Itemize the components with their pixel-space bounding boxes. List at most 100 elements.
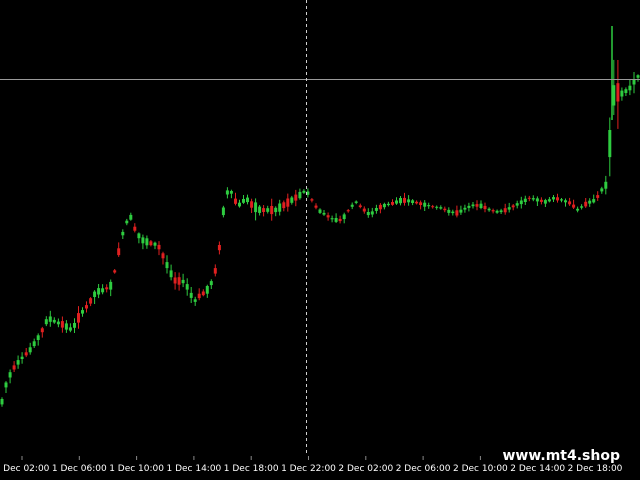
candle-body [121,231,125,236]
candle-body [620,90,624,97]
candle-body [201,291,205,296]
candle-body [576,208,580,211]
candle-body [354,201,358,203]
candle-body [173,277,177,284]
candle-body [205,286,209,294]
candle-body [556,197,559,201]
candle-body [246,197,249,203]
time-axis-label: 2 Dec 06:00 [396,464,451,474]
candle-body [463,207,467,210]
candle-body [572,204,576,208]
candle-body [407,199,411,203]
candle-body [499,210,503,213]
candle-body [592,199,596,203]
candle-body [471,204,475,207]
candle-body [543,200,547,204]
time-axis-label: 1 Dec 14:00 [166,464,221,474]
watermark: www.mt4.shop [502,448,620,464]
candle-body [169,270,173,278]
candle-body [539,199,543,202]
candle-body [491,210,495,212]
candle-body [93,291,97,297]
candle-body [97,288,101,295]
candle-body [165,262,169,269]
candle-body [419,202,423,205]
candle-body [225,190,229,195]
candle-body [415,201,419,204]
candle-body [475,204,479,207]
candle-body [48,316,52,322]
candle-body [314,205,318,208]
candle-body [439,207,443,209]
candle-body [378,204,382,210]
candle-body [262,208,266,212]
candle-body [391,202,394,205]
candle-body [374,208,378,211]
candle-body [346,210,350,212]
candle-body [68,327,72,331]
candle-body [608,130,612,158]
candle-body [395,200,398,204]
candle-body [411,200,415,203]
candle-body [234,198,237,204]
candle-body [535,198,539,202]
candle-body [24,352,28,356]
candle-body [467,205,471,208]
candle-body [4,382,8,388]
time-axis-label: 2 Dec 10:00 [453,464,508,474]
candle-body [270,206,274,215]
candle-body [185,284,189,290]
candle-body [318,209,322,213]
candle-body [60,321,64,328]
time-axis-label: 2 Dec 14:00 [510,464,565,474]
candle-body [290,197,294,203]
candle-body [527,197,531,199]
candle-body [28,347,32,353]
candle-body [560,199,563,201]
candle-body [600,188,604,192]
candle-body [330,218,334,220]
candle-body [133,226,137,231]
candle-body [81,310,84,314]
candle-body [342,214,346,220]
candle-body [455,210,459,216]
candle-body [382,203,386,208]
candle-body [564,200,567,203]
candle-body [12,365,16,370]
candle-body [197,293,201,299]
candle-body [153,242,157,246]
candle-body [616,83,620,102]
candle-body [181,279,185,284]
candle-body [141,237,145,244]
candle-body [242,199,245,203]
candle-body [238,202,241,207]
candle-body [20,356,24,359]
candle-body [350,204,354,207]
candle-body [221,207,225,216]
candle-body [101,288,105,293]
candle-body [519,200,523,205]
candle-body [161,253,165,259]
candle-body [338,218,342,222]
candle-body [250,201,254,208]
candle-body [8,372,12,378]
candle-body [624,89,628,93]
candle-body [531,198,535,200]
candle-body [149,241,153,246]
time-axis-label: 2 Dec 02:00 [338,464,393,474]
candle-body [403,197,406,203]
candle-body [254,202,258,213]
candle-body [294,194,298,201]
candle-body [117,248,121,256]
candle-body [113,270,117,273]
time-axis-label: 1 Dec 02:00 [0,464,50,474]
candle-body [362,208,366,212]
candle-body [189,292,193,298]
candle-body [632,79,636,85]
candle-body [547,199,551,202]
candle-body [89,298,93,304]
candle-body [258,206,262,213]
price-chart[interactable]: 1 Dec 02:00 1 Dec 06:00 1 Dec 10:00 1 Dec 1… [0,0,640,480]
candle-body [73,323,76,328]
candle-body [109,281,113,290]
